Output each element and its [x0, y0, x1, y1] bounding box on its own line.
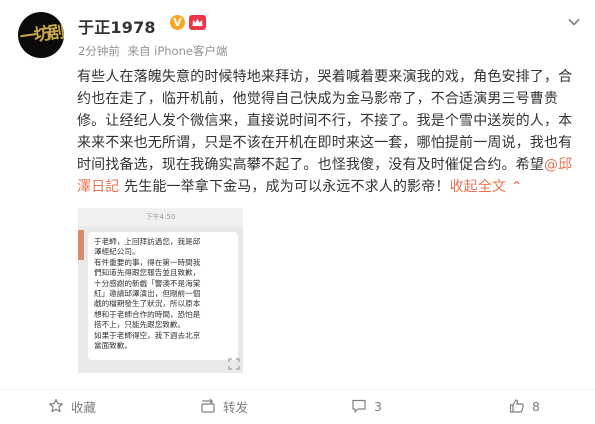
chat-line: 澤經紀公司。 [94, 247, 140, 257]
post-line: 约也在走了，临开机前，他觉得自己快成为金马影帝了，不合适演男三号曹贵 [77, 91, 559, 107]
chevron-up-icon: ⌃ [510, 179, 523, 195]
post-line: 修。让经纪人发个微信来，直接说时间不行，不接了。我是个雪中送炭的人，本 [77, 113, 573, 129]
post-line: 澤日記 先生能一举拿下金马，成为可以永远不求人的影帝！收起全文 ⌃ [77, 179, 523, 195]
username[interactable]: 于正1978 [78, 14, 156, 38]
favorite-label: 收藏 [71, 399, 97, 415]
chat-line: 如果于老師得空，我下週去北京 [94, 330, 201, 340]
crown-icon[interactable] [189, 15, 206, 30]
post-meta: 2分钟前 来自 iPhone客户端 [78, 43, 231, 59]
chat-line: 想和于老師合作的時間，恐怕是 [94, 309, 201, 319]
avatar[interactable]: 一坊剧 [18, 12, 64, 58]
verified-icon[interactable]: V [170, 15, 185, 30]
thumbnail-status-bar: 下午4:50 [78, 208, 243, 226]
forward-icon [201, 398, 215, 413]
star-icon [49, 398, 63, 413]
divider [0, 389, 595, 390]
chat-line: 紅」邀請邱澤演出，但剛前一個 [94, 289, 201, 299]
post-line: 来来不来也无所谓，只是不该在开机在即时来这一套，哪怕提前一周说，我也有 [77, 135, 573, 151]
like-count: 8 [532, 398, 540, 414]
chevron-down-icon[interactable] [566, 14, 582, 30]
chat-line: 搭不上，只能先跟您致歉。 [94, 320, 186, 330]
thumbnail-avatar [78, 230, 84, 260]
mention-link[interactable]: 澤日記 [77, 179, 119, 195]
chat-line: 們知道先得跟您報告並且致歉， [94, 268, 201, 278]
comment-count: 3 [374, 398, 382, 414]
post-line: 时间找备选，现在我确实高攀不起了。也怪我傻，没有及时催促合约。希望@邱 [77, 157, 573, 173]
chat-line: 戲的檔期發生了狀況，所以原本 [94, 299, 201, 309]
chat-line: 于老師，上回拜訪過您，我是邱 [94, 237, 201, 246]
expand-icon[interactable] [228, 358, 240, 370]
post-line: 有些人在落魄失意的时候特地来拜访，哭着喊着要来演我的戏，角色安排了，合 [77, 69, 573, 85]
comment-icon [352, 399, 366, 413]
chat-line: 有件重要的事，得在第一時間我 [94, 257, 201, 267]
post-source: 来自 iPhone客户端 [127, 44, 228, 58]
chat-line: 當面致歉。 [94, 341, 132, 351]
mention-link[interactable]: @邱 [544, 157, 572, 173]
post-time[interactable]: 2分钟前 [78, 44, 120, 58]
thumbs-up-icon [509, 399, 524, 413]
forward-button[interactable]: 转发 [200, 393, 248, 419]
favorite-button[interactable]: 收藏 [48, 393, 96, 419]
post-text: 有些人在落魄失意的时候特地来拜访，哭着喊着要来演我的戏，角色安排了，合 约也在走… [77, 66, 585, 198]
chat-bubble: 于老師，上回拜訪過您，我是邱 澤經紀公司。 有件重要的事，得在第一時間我 們知道… [88, 232, 238, 360]
image-thumbnail[interactable]: 下午4:50 于老師，上回拜訪過您，我是邱 澤經紀公司。 有件重要的事，得在第一… [78, 208, 243, 373]
like-button[interactable]: 8 [509, 393, 540, 419]
avatar-text: 一坊剧 [18, 21, 64, 48]
comment-button[interactable]: 3 [351, 393, 382, 419]
chat-line: 十分感謝的新戲「響澳不是海棠 [94, 278, 201, 288]
forward-label: 转发 [223, 399, 249, 415]
collapse-link[interactable]: 收起全文 ⌃ [450, 179, 523, 195]
